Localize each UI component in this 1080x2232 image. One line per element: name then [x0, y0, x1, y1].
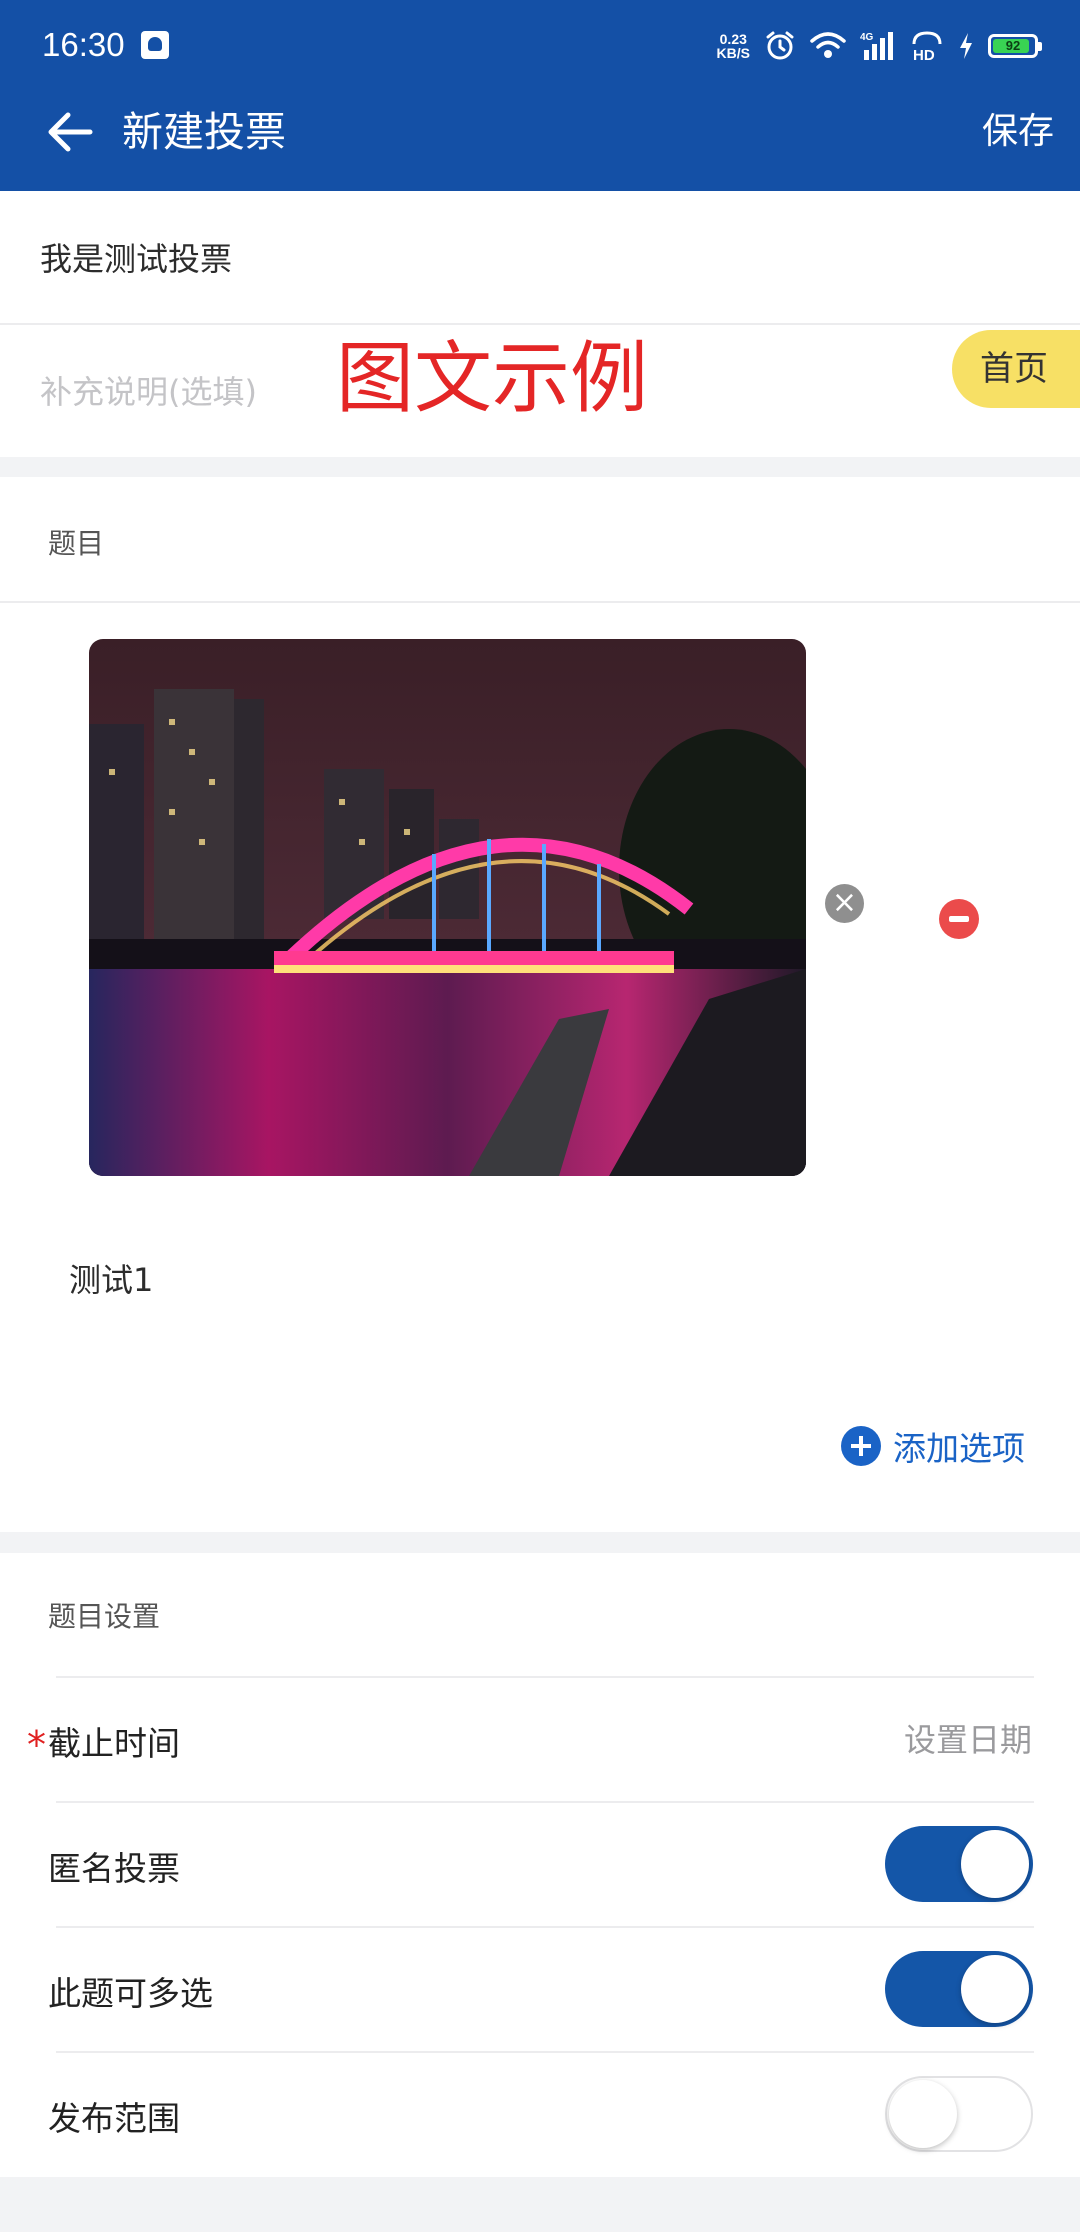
deadline-date-picker[interactable]: 设置日期: [904, 1715, 1032, 1761]
toggle-knob: [961, 1830, 1029, 1898]
add-option-label: 添加选项: [893, 1429, 1025, 1468]
hd-voice-icon: HD: [912, 31, 942, 62]
multi-select-label: 此题可多选: [48, 1974, 213, 2013]
app-bar: 16:30 0.23 KB/S 4G HD 92 新建投票 保存: [0, 0, 1080, 191]
page-title: 新建投票: [122, 108, 286, 156]
divider: [56, 2051, 1034, 2053]
remove-image-button[interactable]: ×: [825, 884, 864, 923]
wifi-icon: [810, 32, 846, 58]
save-button[interactable]: 保存: [982, 108, 1054, 156]
status-icons: 0.23 KB/S 4G HD 92: [717, 25, 1042, 67]
net-speed-value: 0.23: [719, 31, 747, 47]
toggle-knob: [961, 1955, 1029, 2023]
scope-toggle[interactable]: [885, 2076, 1033, 2152]
settings-section-label: 题目设置: [48, 1600, 161, 1633]
back-arrow-icon[interactable]: [44, 106, 96, 158]
net-speed: 0.23 KB/S: [717, 32, 750, 60]
add-option-button[interactable]: 添加选项: [841, 1422, 1025, 1470]
description-input[interactable]: 补充说明(选填): [40, 367, 257, 413]
status-time: 16:30: [42, 26, 125, 63]
watermark-text: 图文示例: [336, 334, 649, 424]
hd-label: HD: [913, 47, 935, 62]
scope-label: 发布范围: [48, 2099, 180, 2138]
divider: [0, 323, 1080, 325]
option-image[interactable]: [89, 639, 806, 1176]
deadline-label: 截止时间: [48, 1724, 180, 1763]
divider: [56, 1676, 1034, 1678]
cellular-signal-icon: 4G: [860, 32, 893, 60]
divider: [56, 1801, 1034, 1803]
plus-circle-icon: [841, 1426, 881, 1466]
status-bar: 16:30 0.23 KB/S 4G HD 92: [0, 0, 1080, 92]
battery-icon: 92: [988, 34, 1042, 58]
question-section-label: 题目: [48, 527, 105, 560]
toggle-knob: [889, 2080, 957, 2148]
battery-level: 92: [1005, 38, 1021, 53]
bridge-photo: [89, 639, 806, 1176]
notification-icon: [141, 31, 169, 59]
required-mark: *: [27, 1723, 46, 1767]
alarm-icon: [766, 31, 794, 60]
vote-title-input[interactable]: 我是测试投票: [40, 234, 232, 280]
anonymous-label: 匿名投票: [48, 1849, 180, 1888]
net-speed-unit: KB/S: [716, 45, 750, 61]
divider: [0, 601, 1080, 603]
home-floating-button[interactable]: 首页: [952, 330, 1080, 408]
anonymous-toggle[interactable]: [885, 1826, 1033, 1902]
charging-icon: [960, 33, 972, 59]
option-text-input[interactable]: 测试1: [69, 1255, 153, 1301]
divider: [56, 1926, 1034, 1928]
multi-select-toggle[interactable]: [885, 1951, 1033, 2027]
network-type: 4G: [860, 32, 874, 43]
remove-option-button[interactable]: [939, 899, 979, 939]
